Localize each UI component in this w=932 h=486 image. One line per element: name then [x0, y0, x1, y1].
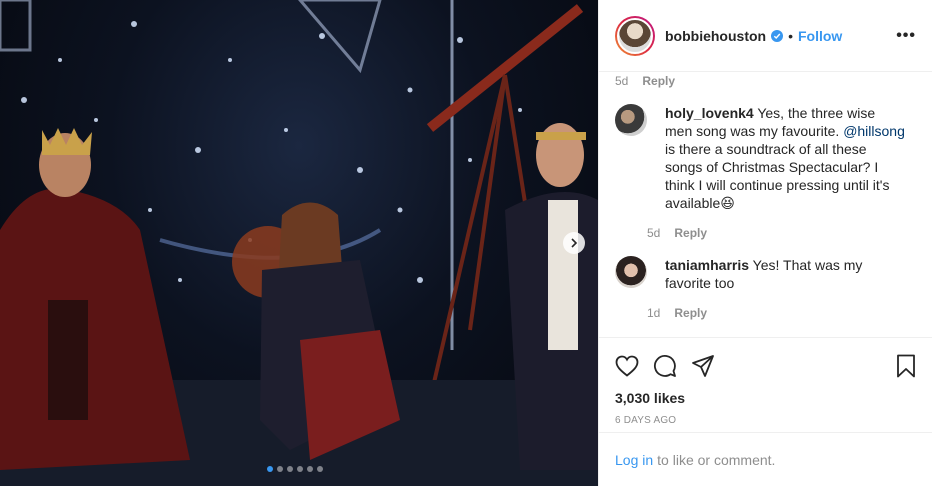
- action-bar: [615, 338, 916, 386]
- post-actions-section: 3,030 likes 6 DAYS AGO: [599, 337, 932, 426]
- carousel-dot: [267, 466, 273, 472]
- verified-badge-icon: [771, 29, 784, 42]
- reply-button[interactable]: Reply: [674, 306, 707, 320]
- header-separator: •: [788, 27, 793, 44]
- comment-icon[interactable]: [653, 354, 677, 378]
- login-prompt-text: to like or comment.: [657, 451, 776, 468]
- post-side-panel: bobbiehouston • Follow ••• 5d Reply holy…: [598, 0, 932, 486]
- more-options-icon[interactable]: •••: [896, 27, 916, 45]
- carousel-dot: [277, 466, 283, 472]
- comment-meta: 5d Reply: [615, 74, 916, 88]
- carousel-next-button[interactable]: [563, 232, 585, 254]
- comment-time: 5d: [647, 226, 661, 240]
- carousel-dot: [297, 466, 303, 472]
- commenter-username[interactable]: holy_lovenk4: [665, 105, 754, 121]
- stage-scene: [0, 0, 598, 486]
- login-link[interactable]: Log in: [615, 452, 653, 468]
- share-icon[interactable]: [691, 354, 715, 378]
- commenter-username[interactable]: taniamharris: [665, 257, 749, 273]
- bookmark-icon[interactable]: [896, 354, 916, 378]
- mention-link[interactable]: @hillsong: [843, 123, 905, 139]
- commenter-avatar[interactable]: [615, 256, 647, 288]
- comment-time: 1d: [647, 306, 661, 320]
- post-timestamp: 6 DAYS AGO: [615, 415, 677, 426]
- likes-count[interactable]: 3,030 likes: [615, 390, 916, 406]
- carousel-dot: [307, 466, 313, 472]
- reply-button[interactable]: Reply: [674, 226, 707, 240]
- comment-text: taniamharris Yes! That was my favorite t…: [665, 256, 905, 292]
- post-image[interactable]: [0, 0, 598, 486]
- comment-item: taniamharris Yes! That was my favorite t…: [615, 256, 916, 320]
- carousel-dot: [317, 466, 323, 472]
- reply-button[interactable]: Reply: [642, 74, 675, 88]
- follow-button[interactable]: Follow: [798, 28, 842, 44]
- commenter-avatar[interactable]: [615, 104, 647, 136]
- comment-time: 5d: [615, 74, 629, 88]
- comment-text: holy_lovenk4 Yes, the three wise men son…: [665, 104, 905, 212]
- owner-username[interactable]: bobbiehouston: [665, 28, 766, 44]
- chevron-right-icon: [571, 238, 578, 248]
- comment-text-part: is there a soundtrack of all these songs…: [665, 141, 890, 211]
- carousel-dot: [287, 466, 293, 472]
- carousel-dots: [267, 466, 323, 472]
- comment-meta: 1d Reply: [647, 306, 905, 320]
- heart-icon[interactable]: [615, 355, 639, 377]
- comment-meta: 5d Reply: [647, 226, 905, 240]
- login-prompt: Log in to like or comment.: [599, 432, 932, 486]
- owner-avatar[interactable]: [615, 15, 655, 56]
- post-header: bobbiehouston • Follow •••: [599, 0, 932, 72]
- comment-item: holy_lovenk4 Yes, the three wise men son…: [615, 104, 916, 240]
- comments-list[interactable]: 5d Reply holy_lovenk4 Yes, the three wis…: [599, 72, 932, 337]
